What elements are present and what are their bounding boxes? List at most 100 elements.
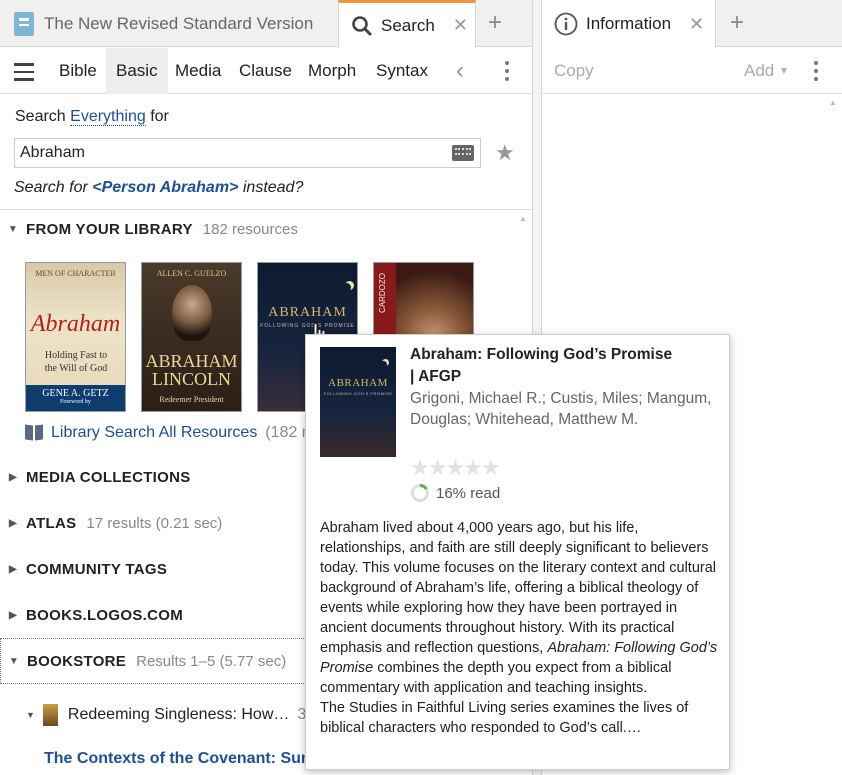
- search-suffix: for: [150, 108, 169, 125]
- moon-icon: [342, 283, 351, 292]
- tab-clause[interactable]: Clause: [229, 48, 302, 94]
- left-tab-bar: The New Revised Standard Version Search …: [0, 0, 532, 48]
- moon-icon: [380, 361, 387, 368]
- search-query: Abraham: [20, 144, 85, 161]
- section-from-library[interactable]: ▼ FROM YOUR LIBRARY 182 resources: [0, 206, 532, 252]
- book-cover-abraham-getz[interactable]: MEN OF CHARACTER Abraham Holding Fast to…: [25, 262, 126, 412]
- bible-tab[interactable]: The New Revised Standard Version: [0, 0, 338, 47]
- tab-morph[interactable]: Morph: [298, 48, 366, 94]
- expanded-triangle-icon: ▼: [8, 655, 20, 667]
- cover-foreword: Foreword by: [60, 399, 91, 405]
- search-icon: [352, 15, 373, 36]
- expanded-triangle-icon: ▼: [26, 710, 35, 720]
- popup-cover[interactable]: ABRAHAM FOLLOWING GOD'S PROMISE: [320, 347, 396, 457]
- section-count: 17 results (0.21 sec): [86, 514, 223, 532]
- scroll-up-icon[interactable]: ▲: [829, 98, 837, 107]
- search-suggestion: Search for <Person Abraham> instead?: [14, 179, 303, 197]
- cover-author-name: GENE A. GETZ: [42, 388, 109, 399]
- suggestion-prefix: Search for: [14, 179, 88, 196]
- section-count: Results 1–5 (5.77 sec): [136, 652, 287, 670]
- search-scope-line: Search Everything for: [15, 108, 169, 126]
- more-options-icon[interactable]: [505, 61, 509, 81]
- section-title: FROM YOUR LIBRARY: [26, 220, 193, 238]
- portrait: [172, 285, 212, 341]
- search-prefix: Search: [15, 108, 66, 125]
- information-tab-label: Information: [586, 14, 672, 33]
- read-progress: 16% read: [410, 483, 500, 503]
- cover-title-bottom: LINCOLN: [152, 369, 231, 389]
- right-tab-bar: Information ✕ +: [542, 0, 842, 48]
- collapsed-triangle-icon: ▶: [9, 609, 17, 621]
- cover-series: MEN OF CHARACTER: [35, 269, 116, 278]
- open-book-icon: [25, 424, 43, 441]
- library-search-count: (182 r: [265, 424, 308, 441]
- cover-spine-text: CARDOZO: [378, 273, 387, 313]
- section-title: COMMUNITY TAGS: [26, 560, 168, 578]
- search-tab[interactable]: Search ✕: [338, 0, 476, 48]
- library-search-row: Library Search All Resources (182 r: [25, 424, 307, 442]
- scope-selector[interactable]: Everything: [70, 108, 146, 126]
- section-count: 182 resources: [202, 220, 298, 238]
- cover-author: GENE A. GETZ Foreword by: [26, 385, 125, 411]
- read-label: 16% read: [436, 484, 501, 502]
- bookstore-item-title: Redeeming Singleness: How…: [67, 706, 290, 723]
- section-title: BOOKSTORE: [27, 652, 127, 670]
- keyboard-icon[interactable]: [452, 145, 474, 161]
- star-icon[interactable]: ★: [495, 140, 515, 166]
- popup-title[interactable]: Abraham: Following God’s Promise: [410, 346, 672, 364]
- bookstore-item[interactable]: ▼ Redeeming Singleness: How… 3: [26, 704, 306, 726]
- bible-tab-label: The New Revised Standard Version: [44, 13, 314, 33]
- section-title: ATLAS: [26, 514, 77, 532]
- collapsed-triangle-icon: ▶: [9, 563, 17, 575]
- cover-subtitle: Holding Fast to the Will of God: [44, 350, 108, 374]
- popup-cover-title: ABRAHAM: [328, 377, 388, 389]
- popup-abbrev: | AFGP: [410, 368, 462, 385]
- add-tab-button[interactable]: +: [488, 9, 502, 37]
- add-button[interactable]: Add ▼: [744, 61, 789, 81]
- info-toolbar: Copy Add ▼: [542, 48, 842, 94]
- menu-icon[interactable]: [14, 63, 34, 81]
- cover-subtitle: Redeemer President: [159, 395, 224, 404]
- collapsed-triangle-icon: ▶: [9, 471, 17, 483]
- information-tab[interactable]: Information ✕: [542, 0, 716, 48]
- add-button-label: Add: [744, 61, 775, 80]
- tab-basic[interactable]: Basic: [106, 48, 168, 94]
- bookstore-result-link[interactable]: The Contexts of the Covenant: Sum: [44, 750, 315, 768]
- tab-media[interactable]: Media: [165, 48, 231, 94]
- close-icon[interactable]: ✕: [453, 15, 468, 36]
- popup-authors: Grigoni, Michael R.; Custis, Miles; Mang…: [410, 390, 712, 428]
- popup-cover-subtitle: FOLLOWING GOD'S PROMISE: [323, 391, 393, 396]
- cover-title: ABRAHAM: [268, 305, 347, 320]
- info-icon: [554, 12, 578, 36]
- section-title: BOOKS.LOGOS.COM: [26, 606, 184, 624]
- more-options-icon[interactable]: [814, 61, 818, 81]
- cover-author: ALLEN C. GUELZO: [156, 269, 227, 278]
- bible-book-icon: [14, 11, 34, 36]
- search-input[interactable]: Abraham: [14, 138, 481, 168]
- expanded-triangle-icon: ▼: [7, 223, 19, 235]
- add-tab-button[interactable]: +: [730, 9, 744, 37]
- copy-button[interactable]: Copy: [554, 61, 594, 81]
- suggestion-suffix: instead?: [242, 179, 304, 196]
- close-icon[interactable]: ✕: [689, 14, 704, 35]
- person-suggestion-link[interactable]: <Person Abraham>: [92, 179, 238, 196]
- description-text: The Studies in Faithful Living series ex…: [320, 700, 689, 736]
- book-thumbnail: [42, 704, 58, 726]
- tab-bible[interactable]: Bible: [48, 48, 108, 94]
- section-title: MEDIA COLLECTIONS: [26, 468, 191, 486]
- caret-down-icon: ▼: [778, 66, 789, 78]
- collapsed-triangle-icon: ▶: [9, 517, 17, 529]
- tab-syntax[interactable]: Syntax: [366, 48, 438, 94]
- search-type-toolbar: Bible Basic Media Clause Morph Syntax ‹: [0, 48, 532, 94]
- search-tab-label: Search: [381, 15, 435, 35]
- popup-description: Abraham lived about 4,000 years ago, but…: [320, 518, 720, 738]
- scroll-up-icon[interactable]: ▲: [519, 214, 527, 223]
- book-cover-abraham-lincoln[interactable]: ALLEN C. GUELZO ABRAHAM LINCOLN Redeemer…: [141, 262, 242, 412]
- library-search-link[interactable]: Library Search All Resources: [51, 424, 257, 442]
- chevron-left-icon[interactable]: ‹: [456, 57, 464, 85]
- rating-stars[interactable]: ★★★★★: [410, 455, 501, 481]
- resource-info-popup: ABRAHAM FOLLOWING GOD'S PROMISE Abraham:…: [305, 334, 730, 770]
- description-text: Abraham lived about 4,000 years ago, but…: [320, 520, 717, 656]
- progress-ring-icon: [411, 484, 429, 502]
- cover-title: Abraham: [30, 311, 121, 337]
